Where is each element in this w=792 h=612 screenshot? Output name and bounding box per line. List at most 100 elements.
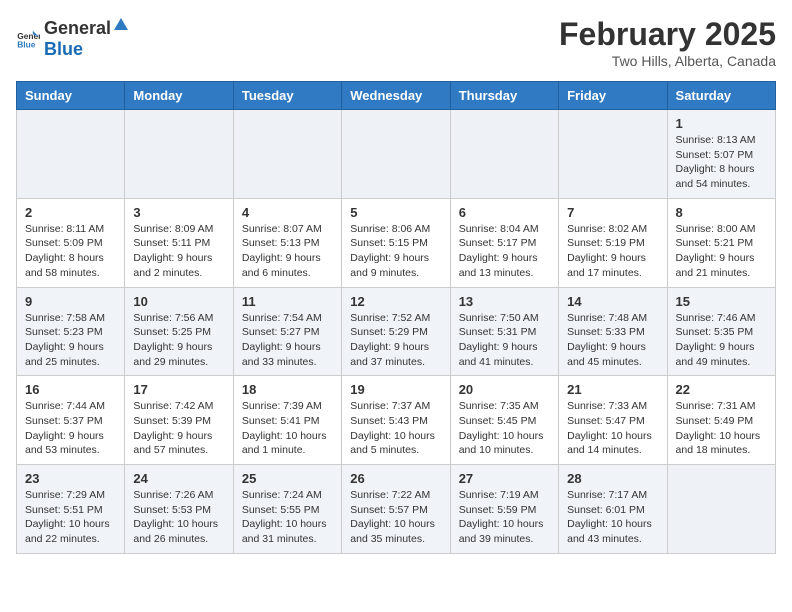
- calendar-day-header: Monday: [125, 82, 233, 110]
- day-info: Sunrise: 7:44 AM Sunset: 5:37 PM Dayligh…: [25, 399, 116, 458]
- logo-triangle-icon: [112, 16, 130, 34]
- day-number: 16: [25, 382, 116, 397]
- day-number: 4: [242, 205, 333, 220]
- calendar-day-cell: [667, 465, 775, 554]
- calendar-day-cell: [125, 110, 233, 199]
- day-info: Sunrise: 7:42 AM Sunset: 5:39 PM Dayligh…: [133, 399, 224, 458]
- calendar-day-cell: 14 Sunrise: 7:48 AM Sunset: 5:33 PM Dayli…: [559, 287, 667, 376]
- day-info: Sunrise: 8:11 AM Sunset: 5:09 PM Dayligh…: [25, 222, 116, 281]
- calendar-week-row: 9Sunrise: 7:58 AM Sunset: 5:23 PM Daylig…: [17, 287, 776, 376]
- calendar-day-cell: 26 Sunrise: 7:22 AM Sunset: 5:57 PM Dayli…: [342, 465, 450, 554]
- day-info: Sunrise: 7:17 AM Sunset: 6:01 PM Dayligh…: [567, 488, 658, 547]
- header: General Blue General Blue February 2025 …: [16, 16, 776, 69]
- calendar-day-cell: 9Sunrise: 7:58 AM Sunset: 5:23 PM Daylig…: [17, 287, 125, 376]
- calendar-day-header: Friday: [559, 82, 667, 110]
- day-number: 15: [676, 294, 767, 309]
- day-info: Sunrise: 8:04 AM Sunset: 5:17 PM Dayligh…: [459, 222, 550, 281]
- day-number: 26: [350, 471, 441, 486]
- day-number: 17: [133, 382, 224, 397]
- calendar-day-cell: [342, 110, 450, 199]
- calendar-day-cell: 25Sunrise: 7:24 AM Sunset: 5:55 PM Dayli…: [233, 465, 341, 554]
- calendar-day-cell: 12 Sunrise: 7:52 AM Sunset: 5:29 PM Dayli…: [342, 287, 450, 376]
- calendar-day-cell: 18Sunrise: 7:39 AM Sunset: 5:41 PM Dayli…: [233, 376, 341, 465]
- title-area: February 2025 Two Hills, Alberta, Canada: [559, 16, 776, 69]
- calendar-day-cell: 28Sunrise: 7:17 AM Sunset: 6:01 PM Dayli…: [559, 465, 667, 554]
- day-number: 13: [459, 294, 550, 309]
- calendar-day-cell: [233, 110, 341, 199]
- day-info: Sunrise: 8:09 AM Sunset: 5:11 PM Dayligh…: [133, 222, 224, 281]
- calendar-day-cell: 16 Sunrise: 7:44 AM Sunset: 5:37 PM Dayli…: [17, 376, 125, 465]
- calendar-week-row: 23 Sunrise: 7:29 AM Sunset: 5:51 PM Dayli…: [17, 465, 776, 554]
- calendar-day-cell: 22 Sunrise: 7:31 AM Sunset: 5:49 PM Dayli…: [667, 376, 775, 465]
- day-number: 14: [567, 294, 658, 309]
- calendar-day-cell: 1 Sunrise: 8:13 AM Sunset: 5:07 PM Daylig…: [667, 110, 775, 199]
- logo-general-text: General: [44, 18, 111, 39]
- day-info: Sunrise: 7:50 AM Sunset: 5:31 PM Dayligh…: [459, 311, 550, 370]
- day-info: Sunrise: 8:07 AM Sunset: 5:13 PM Dayligh…: [242, 222, 333, 281]
- calendar-day-cell: 8Sunrise: 8:00 AM Sunset: 5:21 PM Daylig…: [667, 198, 775, 287]
- day-number: 27: [459, 471, 550, 486]
- calendar-day-cell: 23 Sunrise: 7:29 AM Sunset: 5:51 PM Dayli…: [17, 465, 125, 554]
- calendar-day-cell: 11 Sunrise: 7:54 AM Sunset: 5:27 PM Dayli…: [233, 287, 341, 376]
- calendar-day-header: Thursday: [450, 82, 558, 110]
- location-title: Two Hills, Alberta, Canada: [559, 53, 776, 69]
- calendar-day-cell: 21Sunrise: 7:33 AM Sunset: 5:47 PM Dayli…: [559, 376, 667, 465]
- logo-blue-text: Blue: [44, 39, 83, 59]
- calendar-day-cell: 10 Sunrise: 7:56 AM Sunset: 5:25 PM Dayli…: [125, 287, 233, 376]
- calendar-day-cell: 3 Sunrise: 8:09 AM Sunset: 5:11 PM Daylig…: [125, 198, 233, 287]
- day-number: 24: [133, 471, 224, 486]
- day-number: 22: [676, 382, 767, 397]
- day-info: Sunrise: 7:56 AM Sunset: 5:25 PM Dayligh…: [133, 311, 224, 370]
- day-number: 8: [676, 205, 767, 220]
- day-info: Sunrise: 7:22 AM Sunset: 5:57 PM Dayligh…: [350, 488, 441, 547]
- day-number: 7: [567, 205, 658, 220]
- day-info: Sunrise: 8:06 AM Sunset: 5:15 PM Dayligh…: [350, 222, 441, 281]
- day-number: 10: [133, 294, 224, 309]
- day-info: Sunrise: 7:29 AM Sunset: 5:51 PM Dayligh…: [25, 488, 116, 547]
- logo-icon: General Blue: [16, 26, 40, 50]
- calendar-day-header: Wednesday: [342, 82, 450, 110]
- day-info: Sunrise: 8:13 AM Sunset: 5:07 PM Dayligh…: [676, 133, 767, 192]
- calendar-day-cell: 24 Sunrise: 7:26 AM Sunset: 5:53 PM Dayli…: [125, 465, 233, 554]
- calendar-day-header: Saturday: [667, 82, 775, 110]
- calendar-day-cell: 4 Sunrise: 8:07 AM Sunset: 5:13 PM Daylig…: [233, 198, 341, 287]
- day-info: Sunrise: 7:37 AM Sunset: 5:43 PM Dayligh…: [350, 399, 441, 458]
- day-number: 2: [25, 205, 116, 220]
- calendar-day-cell: 13 Sunrise: 7:50 AM Sunset: 5:31 PM Dayli…: [450, 287, 558, 376]
- month-title: February 2025: [559, 16, 776, 53]
- day-number: 20: [459, 382, 550, 397]
- day-number: 3: [133, 205, 224, 220]
- calendar-day-cell: 15Sunrise: 7:46 AM Sunset: 5:35 PM Dayli…: [667, 287, 775, 376]
- day-info: Sunrise: 7:24 AM Sunset: 5:55 PM Dayligh…: [242, 488, 333, 547]
- day-number: 1: [676, 116, 767, 131]
- calendar: SundayMondayTuesdayWednesdayThursdayFrid…: [16, 81, 776, 554]
- day-info: Sunrise: 7:52 AM Sunset: 5:29 PM Dayligh…: [350, 311, 441, 370]
- day-number: 19: [350, 382, 441, 397]
- day-number: 6: [459, 205, 550, 220]
- calendar-week-row: 1 Sunrise: 8:13 AM Sunset: 5:07 PM Daylig…: [17, 110, 776, 199]
- day-number: 23: [25, 471, 116, 486]
- logo: General Blue General Blue: [16, 16, 131, 60]
- day-info: Sunrise: 7:31 AM Sunset: 5:49 PM Dayligh…: [676, 399, 767, 458]
- calendar-day-cell: [559, 110, 667, 199]
- day-info: Sunrise: 7:26 AM Sunset: 5:53 PM Dayligh…: [133, 488, 224, 547]
- calendar-day-header: Tuesday: [233, 82, 341, 110]
- calendar-day-cell: 27 Sunrise: 7:19 AM Sunset: 5:59 PM Dayli…: [450, 465, 558, 554]
- calendar-day-cell: 20Sunrise: 7:35 AM Sunset: 5:45 PM Dayli…: [450, 376, 558, 465]
- calendar-day-cell: 17 Sunrise: 7:42 AM Sunset: 5:39 PM Dayli…: [125, 376, 233, 465]
- day-number: 5: [350, 205, 441, 220]
- calendar-day-cell: [450, 110, 558, 199]
- calendar-day-cell: 19 Sunrise: 7:37 AM Sunset: 5:43 PM Dayli…: [342, 376, 450, 465]
- day-info: Sunrise: 7:58 AM Sunset: 5:23 PM Dayligh…: [25, 311, 116, 370]
- day-info: Sunrise: 8:02 AM Sunset: 5:19 PM Dayligh…: [567, 222, 658, 281]
- calendar-header-row: SundayMondayTuesdayWednesdayThursdayFrid…: [17, 82, 776, 110]
- calendar-day-cell: 7 Sunrise: 8:02 AM Sunset: 5:19 PM Daylig…: [559, 198, 667, 287]
- day-number: 12: [350, 294, 441, 309]
- day-info: Sunrise: 7:54 AM Sunset: 5:27 PM Dayligh…: [242, 311, 333, 370]
- day-info: Sunrise: 7:48 AM Sunset: 5:33 PM Dayligh…: [567, 311, 658, 370]
- calendar-day-cell: 5 Sunrise: 8:06 AM Sunset: 5:15 PM Daylig…: [342, 198, 450, 287]
- day-number: 18: [242, 382, 333, 397]
- day-number: 21: [567, 382, 658, 397]
- day-info: Sunrise: 7:19 AM Sunset: 5:59 PM Dayligh…: [459, 488, 550, 547]
- day-number: 11: [242, 294, 333, 309]
